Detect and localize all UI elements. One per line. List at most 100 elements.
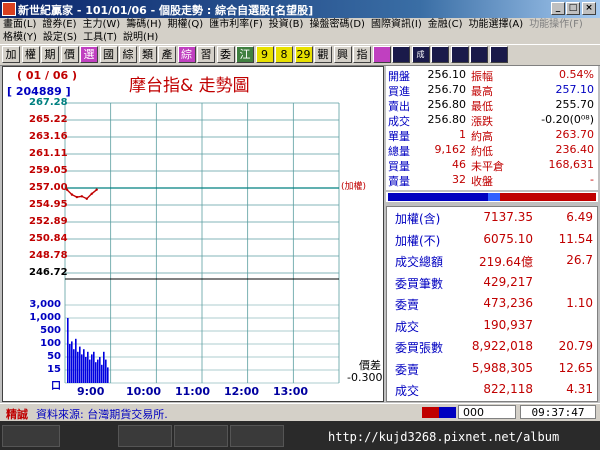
menu-item[interactable]: 設定(S) xyxy=(40,31,80,45)
toolbar-button[interactable] xyxy=(392,46,410,63)
quote-value: 168,631 xyxy=(548,158,595,171)
volume-bar xyxy=(79,346,81,383)
menu-item[interactable]: 主力(W) xyxy=(80,18,124,32)
quote-label: 買進 xyxy=(388,85,410,98)
watermark-url: http://kujd3268.pixnet.net/album xyxy=(328,430,560,444)
stat-value: 6075.10 xyxy=(483,231,533,246)
task-item[interactable] xyxy=(230,425,284,447)
time-tick-label: 10:00 xyxy=(126,385,162,398)
toolbar-button[interactable]: 權 xyxy=(21,46,40,63)
intraday-chart-panel[interactable]: ( 01 / 06 ) [ 204889 ] 摩台指& 走勢圖 (加權) 價差 … xyxy=(2,66,384,402)
menu-item[interactable]: 說明(H) xyxy=(120,31,161,45)
volume-bar xyxy=(91,354,93,383)
toolbar-button[interactable]: 8 xyxy=(275,46,293,63)
volume-tick-label: 50 xyxy=(47,351,61,362)
time-tick-label: 12:00 xyxy=(224,385,260,398)
toolbar-button[interactable] xyxy=(489,46,508,63)
maximize-button[interactable]: □ xyxy=(566,2,580,15)
toolbar-button[interactable] xyxy=(470,46,488,63)
volume-bar xyxy=(75,338,77,383)
close-button[interactable]: × xyxy=(582,2,596,15)
quote-label: 賣量 xyxy=(388,175,410,188)
toolbar-button[interactable]: 成 xyxy=(411,46,430,63)
menu-item[interactable]: 證券(E) xyxy=(39,18,79,32)
toolbar-button[interactable]: 產 xyxy=(158,46,176,63)
quote-row: 總量 9,162 約低 236.40 xyxy=(386,143,598,158)
quote-value: 256.80 xyxy=(427,98,467,111)
stat-percent: 11.54 xyxy=(558,231,593,246)
price-tick-label: 254.95 xyxy=(29,199,68,210)
start-button[interactable] xyxy=(2,425,60,447)
toolbar-button[interactable]: 29 xyxy=(294,46,313,63)
toolbar-button[interactable]: 指 xyxy=(353,46,371,63)
quote-value: 32 xyxy=(452,173,466,186)
stat-percent: 20.79 xyxy=(558,339,593,353)
minimize-button[interactable]: _ xyxy=(551,2,565,15)
quote-label: 最高 xyxy=(471,85,493,98)
toolbar-button[interactable]: 江 xyxy=(236,46,254,63)
menu-item[interactable]: 格模(Y) xyxy=(0,31,40,45)
volume-tick-label: 100 xyxy=(40,338,61,349)
price-tick-label: 250.84 xyxy=(29,233,68,244)
task-item[interactable] xyxy=(118,425,172,447)
toolbar-button[interactable]: 類 xyxy=(138,46,157,63)
market-stats-panel: 加權(含) 7137.35 6.49 加權(不) 6075.10 11.54 成交總額 219… xyxy=(386,206,598,402)
toolbar-button[interactable]: 觀 xyxy=(314,46,332,63)
toolbar-button[interactable]: 國 xyxy=(99,46,118,63)
toolbar-button[interactable]: 習 xyxy=(197,46,215,63)
toolbar-button[interactable]: 綜 xyxy=(119,46,137,63)
ratio-indicator xyxy=(422,407,456,418)
menu-item[interactable]: 國際資訊(I) xyxy=(368,18,425,32)
taskbar: http://kujd3268.pixnet.net/album xyxy=(0,421,600,450)
toolbar-button[interactable]: 加 xyxy=(2,46,20,63)
menu-item[interactable]: 籌碼(H) xyxy=(123,18,164,32)
toolbar: 加權期價選國綜類產綜習委江 9 8 29 觀興指成 xyxy=(0,44,600,66)
toolbar-button[interactable] xyxy=(372,46,391,63)
menu-item[interactable]: 功能選擇(A) xyxy=(466,18,527,32)
quote-value: 1 xyxy=(459,128,466,141)
quote-value: 263.70 xyxy=(555,128,595,141)
volume-bar xyxy=(87,351,89,383)
counter-field[interactable]: 000 xyxy=(458,405,516,419)
stat-label: 加權(含) xyxy=(395,212,441,226)
provider-tag: 精誠 xyxy=(6,408,28,421)
menu-item[interactable]: 工具(T) xyxy=(80,31,120,45)
menu-item[interactable]: 功能操作(F) xyxy=(526,18,586,32)
task-item[interactable] xyxy=(174,425,228,447)
quote-value: 256.70 xyxy=(427,83,467,96)
window-title: 新世紀贏家 - 101/01/06 - 個股走勢 : 綜合自選股[名望股] xyxy=(18,4,314,17)
toolbar-button[interactable]: 價 xyxy=(60,46,79,63)
quote-label: 約低 xyxy=(471,145,493,158)
price-tick-label: 259.05 xyxy=(29,165,68,176)
stat-value: 5,988,305 xyxy=(471,360,533,375)
quote-label: 漲跌 xyxy=(471,115,493,128)
menu-item[interactable]: 匯市利率(F) xyxy=(206,18,266,32)
quote-row: 賣出 256.80 最低 255.70 xyxy=(386,98,598,113)
stat-value: 473,236 xyxy=(483,296,533,310)
toolbar-button[interactable]: 選 xyxy=(80,46,98,63)
volume-bar xyxy=(69,344,71,383)
volume-bar xyxy=(105,359,107,383)
toolbar-button[interactable]: 興 xyxy=(333,46,352,63)
menu-item[interactable]: 操盤密碼(D) xyxy=(306,18,368,32)
volume-bar xyxy=(95,362,97,383)
stat-label: 成交 xyxy=(395,384,420,398)
quote-row: 買量 46 未平倉 168,631 xyxy=(386,158,598,173)
menu-item[interactable]: 期權(Q) xyxy=(165,18,207,32)
stat-value: 7137.35 xyxy=(483,210,533,224)
toolbar-button[interactable] xyxy=(431,46,449,63)
toolbar-button[interactable]: 9 xyxy=(255,46,274,63)
app-icon xyxy=(2,2,16,16)
toolbar-button[interactable]: 綜 xyxy=(177,46,196,63)
quote-label: 開盤 xyxy=(388,70,410,83)
menu-item[interactable]: 金融(C) xyxy=(425,18,466,32)
volume-bar xyxy=(101,364,103,383)
toolbar-button[interactable]: 期 xyxy=(41,46,59,63)
stat-label: 委買張數 xyxy=(395,341,444,355)
stat-value: 8,922,018 xyxy=(471,339,533,353)
volume-tick-label: 3,000 xyxy=(29,299,61,310)
menu-item[interactable]: 畫面(L) xyxy=(0,18,39,32)
toolbar-button[interactable]: 委 xyxy=(216,46,235,63)
toolbar-button[interactable] xyxy=(450,46,469,63)
menu-item[interactable]: 投資(B) xyxy=(266,18,307,32)
